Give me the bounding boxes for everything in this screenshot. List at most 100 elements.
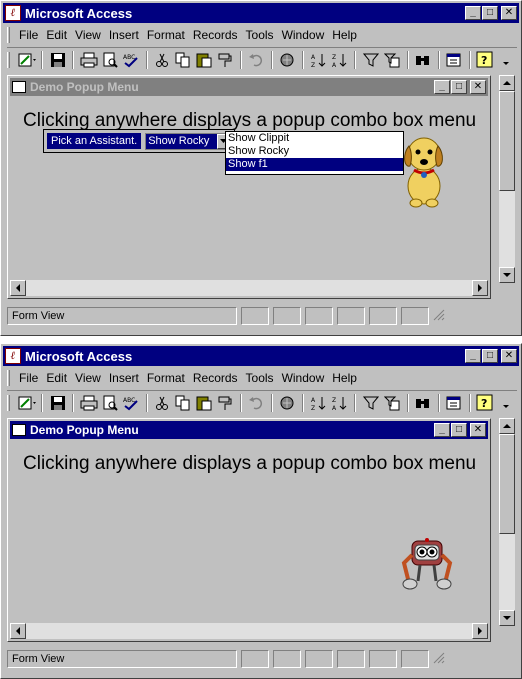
- menu-edit[interactable]: Edit: [43, 371, 72, 385]
- menu-edit[interactable]: Edit: [43, 28, 72, 42]
- sort-descending-icon[interactable]: ZA: [329, 49, 350, 71]
- app-vertical-scrollbar[interactable]: [499, 418, 515, 626]
- paste-icon[interactable]: [194, 392, 215, 414]
- rocky-dog-assistant-icon[interactable]: [398, 124, 450, 211]
- scroll-down-arrow-icon[interactable]: [499, 610, 515, 626]
- menubar-grip[interactable]: [7, 370, 10, 386]
- minimize-button[interactable]: _: [465, 349, 481, 363]
- menu-window[interactable]: Window: [279, 371, 330, 385]
- print-preview-icon[interactable]: [99, 392, 120, 414]
- menu-insert[interactable]: Insert: [106, 371, 144, 385]
- form-horizontal-scrollbar[interactable]: [10, 280, 488, 296]
- filter-by-selection-icon[interactable]: [360, 392, 381, 414]
- paste-icon[interactable]: [194, 49, 215, 71]
- view-design-icon[interactable]: [16, 392, 37, 414]
- scroll-left-arrow-icon[interactable]: [10, 280, 26, 296]
- access-key-icon[interactable]: ℓ: [5, 348, 21, 364]
- format-painter-icon[interactable]: [215, 392, 236, 414]
- menu-view[interactable]: View: [72, 28, 106, 42]
- menu-help[interactable]: Help: [329, 371, 362, 385]
- form-icon[interactable]: [12, 81, 26, 93]
- find-binoculars-icon[interactable]: [413, 49, 434, 71]
- save-icon[interactable]: [47, 49, 68, 71]
- sort-ascending-icon[interactable]: AZ: [308, 392, 329, 414]
- toolbar-grip[interactable]: [7, 394, 10, 411]
- spelling-icon[interactable]: ABC: [120, 392, 141, 414]
- find-binoculars-icon[interactable]: [413, 392, 434, 414]
- close-button[interactable]: ✕: [501, 6, 517, 20]
- copy-icon[interactable]: [173, 392, 194, 414]
- form-detail-section[interactable]: Clicking anywhere displays a popup combo…: [10, 441, 488, 619]
- form-horizontal-scrollbar[interactable]: [10, 623, 488, 639]
- spelling-icon[interactable]: ABC: [120, 49, 141, 71]
- toolbar-more-icon[interactable]: [496, 392, 517, 414]
- undo-icon[interactable]: [246, 49, 267, 71]
- menu-tools[interactable]: Tools: [243, 371, 279, 385]
- form-close-button[interactable]: ✕: [470, 423, 486, 437]
- form-maximize-button[interactable]: □: [451, 80, 467, 94]
- toolbar-grip[interactable]: [7, 51, 10, 68]
- menu-records[interactable]: Records: [190, 28, 243, 42]
- scroll-down-arrow-icon[interactable]: [499, 267, 515, 283]
- scroll-up-arrow-icon[interactable]: [499, 75, 515, 91]
- menu-file[interactable]: File: [16, 28, 43, 42]
- option-show-f1[interactable]: Show f1: [226, 158, 403, 171]
- insert-hyperlink-icon[interactable]: [277, 392, 298, 414]
- filter-by-form-icon[interactable]: [381, 49, 402, 71]
- office-assistant-icon[interactable]: ?: [475, 49, 496, 71]
- scroll-thumb[interactable]: [499, 91, 515, 191]
- menu-format[interactable]: Format: [144, 28, 190, 42]
- undo-icon[interactable]: [246, 392, 267, 414]
- insert-hyperlink-icon[interactable]: [277, 49, 298, 71]
- maximize-button[interactable]: □: [482, 349, 498, 363]
- size-grip-icon[interactable]: [433, 652, 445, 667]
- properties-icon[interactable]: [444, 392, 465, 414]
- menu-tools[interactable]: Tools: [243, 28, 279, 42]
- toolbar-more-icon[interactable]: [496, 49, 517, 71]
- copy-icon[interactable]: [173, 49, 194, 71]
- scroll-left-arrow-icon[interactable]: [10, 623, 26, 639]
- minimize-button[interactable]: _: [465, 6, 481, 20]
- assistant-combo-box[interactable]: Show Rocky: [145, 132, 232, 150]
- menu-records[interactable]: Records: [190, 371, 243, 385]
- form-close-button[interactable]: ✕: [470, 80, 486, 94]
- format-painter-icon[interactable]: [215, 49, 236, 71]
- close-button[interactable]: ✕: [501, 349, 517, 363]
- menubar-grip[interactable]: [7, 27, 10, 43]
- app-titlebar[interactable]: ℓ Microsoft Access _ □ ✕: [3, 346, 519, 366]
- form-titlebar[interactable]: Demo Popup Menu _ □ ✕: [10, 78, 488, 96]
- cut-icon[interactable]: [152, 49, 173, 71]
- scroll-thumb[interactable]: [499, 434, 515, 534]
- size-grip-icon[interactable]: [433, 309, 445, 324]
- office-assistant-icon[interactable]: ?: [475, 392, 496, 414]
- option-show-clippit[interactable]: Show Clippit: [226, 132, 403, 145]
- option-show-rocky[interactable]: Show Rocky: [226, 145, 403, 158]
- form-minimize-button[interactable]: _: [434, 80, 450, 94]
- access-key-icon[interactable]: ℓ: [5, 5, 21, 21]
- sort-ascending-icon[interactable]: AZ: [308, 49, 329, 71]
- form-icon[interactable]: [12, 424, 26, 436]
- menu-window[interactable]: Window: [279, 28, 330, 42]
- app-vertical-scrollbar[interactable]: [499, 75, 515, 283]
- scroll-up-arrow-icon[interactable]: [499, 418, 515, 434]
- properties-icon[interactable]: [444, 49, 465, 71]
- menu-insert[interactable]: Insert: [106, 28, 144, 42]
- app-titlebar[interactable]: ℓ Microsoft Access _ □ ✕: [3, 3, 519, 23]
- menu-view[interactable]: View: [72, 371, 106, 385]
- sort-descending-icon[interactable]: ZA: [329, 392, 350, 414]
- form-minimize-button[interactable]: _: [434, 423, 450, 437]
- filter-by-form-icon[interactable]: [381, 392, 402, 414]
- print-preview-icon[interactable]: [99, 49, 120, 71]
- menu-format[interactable]: Format: [144, 371, 190, 385]
- print-icon[interactable]: [78, 392, 99, 414]
- cut-icon[interactable]: [152, 392, 173, 414]
- combo-value[interactable]: Show Rocky: [146, 133, 218, 149]
- save-icon[interactable]: [47, 392, 68, 414]
- filter-by-selection-icon[interactable]: [360, 49, 381, 71]
- scroll-right-arrow-icon[interactable]: [472, 280, 488, 296]
- print-icon[interactable]: [78, 49, 99, 71]
- form-titlebar[interactable]: Demo Popup Menu _ □ ✕: [10, 421, 488, 439]
- menu-help[interactable]: Help: [329, 28, 362, 42]
- scroll-right-arrow-icon[interactable]: [472, 623, 488, 639]
- form-detail-section[interactable]: Clicking anywhere displays a popup combo…: [10, 98, 488, 276]
